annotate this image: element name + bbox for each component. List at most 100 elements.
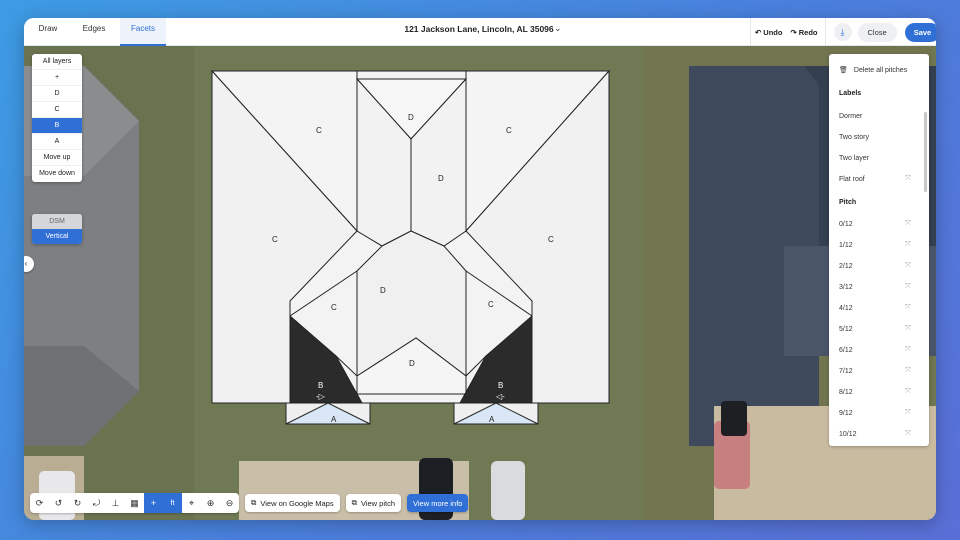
- layer-all[interactable]: All layers: [32, 54, 82, 70]
- add-point-icon[interactable]: +: [144, 493, 163, 513]
- pitch-text: 10/12: [839, 430, 857, 438]
- facet-label-d: D: [409, 359, 415, 368]
- pitch-item[interactable]: 8/12 ⤧: [829, 382, 929, 402]
- pitch-text: 9/12: [839, 409, 853, 417]
- facet-label-c: C: [316, 126, 322, 135]
- unit-toggle[interactable]: ft: [163, 493, 182, 513]
- pitch-item[interactable]: 4/12 ⤧: [829, 298, 929, 318]
- pitch-text: 3/12: [839, 283, 853, 291]
- redo-button[interactable]: ↷ Redo: [786, 28, 821, 37]
- label-text: Flat roof: [839, 175, 865, 183]
- undo-icon[interactable]: ↺: [49, 493, 68, 513]
- download-icon[interactable]: ⤓: [833, 23, 852, 41]
- tab-edges[interactable]: Edges: [74, 18, 114, 46]
- undo-button[interactable]: ↶ Undo: [751, 28, 786, 37]
- pitch-item[interactable]: 5/12 ⤧: [829, 319, 929, 339]
- pitch-text: 5/12: [839, 325, 853, 333]
- tab-facets[interactable]: Facets: [120, 18, 166, 46]
- chevron-down-icon[interactable]: ⌄: [554, 23, 562, 34]
- view-google-maps-button[interactable]: ⧉ View on Google Maps: [245, 494, 340, 512]
- pitch-text: 0/12: [839, 220, 853, 228]
- facet-label-c: C: [331, 303, 337, 312]
- rotate-dashed-icon[interactable]: ⤾: [87, 493, 106, 513]
- address-title: 121 Jackson Lane, Lincoln, AL 35096: [404, 24, 554, 34]
- label-text: Two layer: [839, 154, 869, 162]
- facet-label-d: D: [380, 286, 386, 295]
- expand-icon: ⤧: [905, 241, 911, 248]
- expand-icon: ⤧: [905, 283, 911, 290]
- undo-label: Undo: [763, 27, 783, 37]
- expand-icon: ⤧: [905, 388, 911, 395]
- zoom-out-icon[interactable]: ⊖: [220, 493, 239, 513]
- car: [721, 401, 747, 436]
- app-window: Draw Edges Facets 121 Jackson Lane, Linc…: [24, 18, 936, 520]
- top-bar: Draw Edges Facets 121 Jackson Lane, Linc…: [24, 18, 936, 46]
- roof-facets[interactable]: [210, 69, 611, 425]
- facet-label-d: D: [438, 174, 444, 183]
- save-button[interactable]: Save: [904, 22, 936, 42]
- grid-icon[interactable]: ▦: [125, 493, 144, 513]
- view-dsm-button[interactable]: DSM: [32, 214, 82, 229]
- view-mode-toggle: DSM Vertical: [32, 214, 82, 244]
- more-info-label: View more info: [413, 498, 463, 508]
- facet-label-c: C: [506, 126, 512, 135]
- layer-item-a[interactable]: A: [32, 134, 82, 150]
- expand-icon: ⤧: [905, 220, 911, 227]
- measure-icon[interactable]: ⊥: [106, 493, 125, 513]
- pitch-item[interactable]: 9/12 ⤧: [829, 403, 929, 423]
- pitch-item[interactable]: 3/12 ⤧: [829, 277, 929, 297]
- label-item-flat-roof[interactable]: Flat roof ⤧: [829, 169, 929, 189]
- layer-item-c[interactable]: C: [32, 102, 82, 118]
- pitch-item[interactable]: 10/12 ⤧: [829, 424, 929, 444]
- car: [491, 461, 525, 520]
- external-link-icon: ⧉: [251, 498, 257, 507]
- facet-label-d: D: [408, 113, 414, 122]
- divider: [824, 18, 826, 46]
- rotate-icon[interactable]: ⟳: [30, 493, 49, 513]
- undo-icon: ↶: [755, 27, 762, 37]
- expand-icon: ⤧: [905, 304, 911, 311]
- pitch-item[interactable]: 6/12 ⤧: [829, 340, 929, 360]
- expand-icon: ⤧: [905, 346, 911, 353]
- google-maps-label: View on Google Maps: [260, 498, 334, 508]
- view-more-info-button[interactable]: View more info: [407, 494, 469, 512]
- label-text: Dormer: [839, 112, 863, 120]
- zoom-in-icon[interactable]: ⊕: [201, 493, 220, 513]
- tool-group: ⟳ ↺ ↻ ⤾ ⊥ ▦ + ft ⌖ ⊕ ⊖: [30, 493, 239, 513]
- arrow-icon: -▷: [316, 392, 326, 401]
- pitch-item[interactable]: 1/12 ⤧: [829, 235, 929, 255]
- layer-item-d[interactable]: D: [32, 86, 82, 102]
- facet-label-a: A: [489, 415, 495, 424]
- expand-icon: ⤧: [905, 430, 911, 437]
- layer-item-b[interactable]: B: [32, 118, 82, 134]
- location-pin-icon[interactable]: ⌖: [182, 493, 201, 513]
- view-pitch-button[interactable]: ⧉ View pitch: [345, 494, 402, 512]
- add-layer-button[interactable]: +: [32, 70, 82, 86]
- aerial-map[interactable]: C C C C C C D D D D B B -▷ ◁- A A: [24, 46, 936, 520]
- label-item-two-story[interactable]: Two story: [829, 127, 929, 147]
- redo-icon[interactable]: ↻: [68, 493, 87, 513]
- delete-all-pitches-button[interactable]: 🗑 Delete all pitches: [829, 60, 929, 80]
- delete-all-label: Delete all pitches: [853, 66, 908, 74]
- external-link-icon: ⧉: [351, 498, 357, 507]
- facet-label-c: C: [548, 235, 554, 244]
- expand-icon: ⤧: [905, 325, 911, 332]
- close-button[interactable]: Close: [857, 22, 897, 42]
- expand-icon: ⤧: [905, 367, 911, 374]
- scrollbar[interactable]: [924, 112, 927, 192]
- pitch-item[interactable]: 7/12 ⤧: [829, 361, 929, 381]
- map-canvas[interactable]: C C C C C C D D D D B B -▷ ◁- A A: [24, 46, 936, 520]
- view-vertical-button[interactable]: Vertical: [32, 229, 82, 244]
- pitch-text: 7/12: [839, 367, 853, 375]
- label-text: Two story: [839, 133, 869, 141]
- label-item-two-layer[interactable]: Two layer: [829, 148, 929, 168]
- tab-draw[interactable]: Draw: [28, 18, 68, 46]
- move-down-button[interactable]: Move down: [32, 166, 82, 182]
- label-item-dormer[interactable]: Dormer: [829, 106, 929, 126]
- move-up-button[interactable]: Move up: [32, 150, 82, 166]
- pitch-item[interactable]: 0/12 ⤧: [829, 214, 929, 234]
- pitch-item[interactable]: 2/12 ⤧: [829, 256, 929, 276]
- expand-icon: ⤧: [905, 262, 911, 269]
- layers-panel: All layers + D C B A Move up Move down: [32, 54, 82, 182]
- pitch-panel: 🗑 Delete all pitches Labels Dormer Two s…: [829, 54, 929, 446]
